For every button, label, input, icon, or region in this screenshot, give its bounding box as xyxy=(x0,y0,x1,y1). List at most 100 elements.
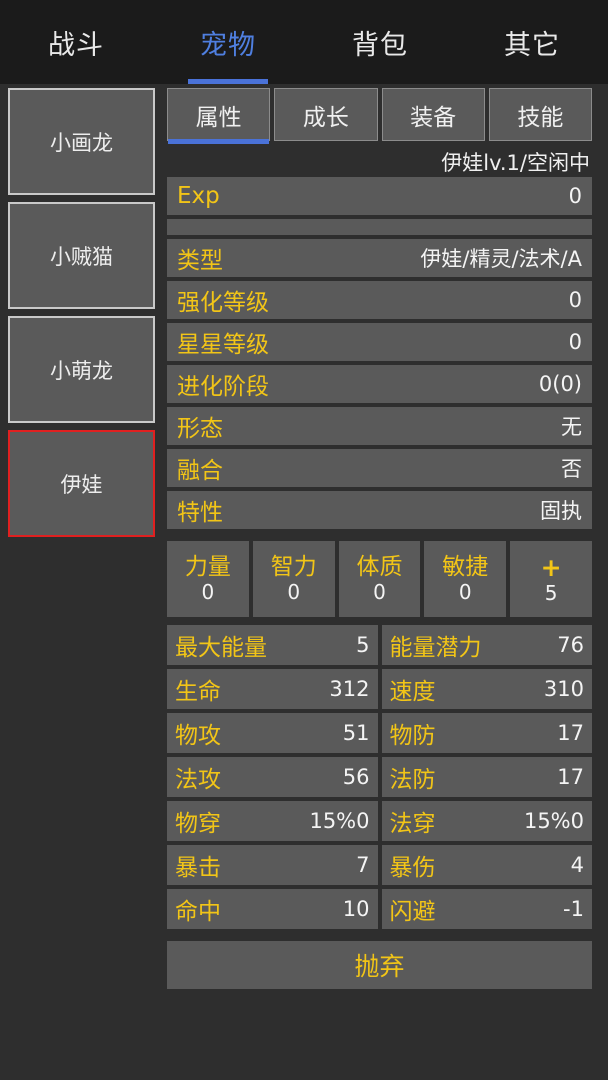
info-row: 融合 否 xyxy=(167,449,592,487)
info-row-value: 否 xyxy=(561,457,582,481)
stat-value: 15%0 xyxy=(309,809,370,833)
stat-label: 法防 xyxy=(389,767,436,793)
pet-status-line: 伊娃lv.1/空闲中 xyxy=(441,151,590,175)
topnav-item-3[interactable]: 其它 xyxy=(456,0,608,84)
stat-label: 物防 xyxy=(389,723,436,749)
stat-value: 76 xyxy=(557,633,584,657)
stat-label: 生命 xyxy=(175,679,221,705)
stat-value: 312 xyxy=(329,677,370,701)
stat-cell: 物攻 51 xyxy=(167,713,378,753)
attribute-stepper-row: 力量 0 智力 0 体质 0 敏捷 0 +5 xyxy=(167,541,592,617)
info-row: 星星等级 0 xyxy=(167,323,592,361)
attribute-value: 0 xyxy=(458,580,472,604)
discard-button[interactable]: 抛弃 xyxy=(167,941,592,989)
pet-screen: 战斗 宠物 背包 其它 小画龙小贼猫小萌龙伊娃 属性 成长 装备 技能 伊娃lv.1/空闲中… xyxy=(0,0,608,1080)
exp-label: Exp xyxy=(177,183,220,209)
info-row-label: 进化阶段 xyxy=(177,374,269,400)
topnav-item-2[interactable]: 背包 xyxy=(304,0,456,84)
stat-cell: 法攻 56 xyxy=(167,757,378,797)
content-body: 小画龙小贼猫小萌龙伊娃 属性 成长 装备 技能 伊娃lv.1/空闲中 Exp 0 类型… xyxy=(0,84,608,1080)
subtab-2[interactable]: 装备 xyxy=(381,88,485,141)
subtab-0[interactable]: 属性 xyxy=(167,88,271,144)
info-row-label: 星星等级 xyxy=(177,332,269,358)
attribute-cell-2[interactable]: 体质 0 xyxy=(338,541,421,617)
attribute-label: 体质 xyxy=(356,554,403,580)
stat-value: 15%0 xyxy=(523,809,584,833)
stat-value: 7 xyxy=(356,853,370,877)
pet-card-label: 伊娃 xyxy=(60,472,103,497)
attribute-cell-1[interactable]: 智力 0 xyxy=(252,541,335,617)
stat-cell: 法穿 15%0 xyxy=(381,801,592,841)
pet-card-label: 小萌龙 xyxy=(50,358,113,383)
top-navigation-bar: 战斗 宠物 背包 其它 xyxy=(0,0,608,84)
stat-label: 命中 xyxy=(175,899,221,925)
stat-label: 最大能量 xyxy=(175,635,267,661)
stat-label: 物穿 xyxy=(175,811,221,837)
stat-label: 暴击 xyxy=(175,855,221,881)
stat-value: 17 xyxy=(557,721,584,745)
attribute-cell-0[interactable]: 力量 0 xyxy=(167,541,249,617)
stat-label: 物攻 xyxy=(175,723,221,749)
stat-value: 10 xyxy=(342,897,370,921)
stat-value: -1 xyxy=(563,897,584,921)
subtab-1[interactable]: 成长 xyxy=(274,88,378,141)
info-row-value: 0(0) xyxy=(538,372,582,396)
info-row: 类型 伊娃/精灵/法术/A xyxy=(167,239,592,277)
attribute-value: 5 xyxy=(544,581,558,605)
stat-value: 17 xyxy=(557,765,584,789)
attribute-label: 智力 xyxy=(270,554,317,580)
info-row-label: 强化等级 xyxy=(177,290,269,316)
stat-cell: 生命 312 xyxy=(167,669,378,709)
info-row-value: 0 xyxy=(568,330,582,354)
topnav-item-0[interactable]: 战斗 xyxy=(0,0,152,84)
stat-label: 速度 xyxy=(389,679,436,705)
stat-cell: 物防 17 xyxy=(381,713,592,753)
attribute-label: 力量 xyxy=(184,554,231,580)
info-row-label: 类型 xyxy=(177,248,223,274)
stat-value: 4 xyxy=(570,853,584,877)
topnav-item-1[interactable]: 宠物 xyxy=(152,0,304,84)
detail-subtab-bar: 属性 成长 装备 技能 xyxy=(167,88,592,144)
attribute-cell-3[interactable]: 敏捷 0 xyxy=(424,541,507,617)
attribute-value: 0 xyxy=(287,580,301,604)
info-row-value: 伊娃/精灵/法术/A xyxy=(420,247,582,271)
info-row-value: 固执 xyxy=(540,499,582,523)
info-row-label: 融合 xyxy=(177,458,223,484)
pet-card-label: 小画龙 xyxy=(50,130,113,155)
exp-row: Exp 0 xyxy=(167,177,592,215)
stat-cell: 暴击 7 xyxy=(167,845,378,885)
info-row: 特性 固执 xyxy=(167,491,592,529)
stat-cell: 法防 17 xyxy=(381,757,592,797)
attribute-value: 0 xyxy=(373,580,386,604)
info-row: 进化阶段 0(0) xyxy=(167,365,592,403)
exp-value: 0 xyxy=(568,184,582,208)
stat-value: 51 xyxy=(342,721,370,745)
pet-card-0[interactable]: 小画龙 xyxy=(8,88,155,195)
stat-cell: 闪避 -1 xyxy=(381,889,592,929)
stat-label: 闪避 xyxy=(389,899,436,925)
stat-cell: 最大能量 5 xyxy=(167,625,378,665)
stat-label: 暴伤 xyxy=(389,855,436,881)
subtab-3[interactable]: 技能 xyxy=(488,88,592,141)
pet-card-1[interactable]: 小贼猫 xyxy=(8,202,155,309)
attribute-add-button[interactable]: +5 xyxy=(510,541,592,617)
info-row: 强化等级 0 xyxy=(167,281,592,319)
info-row-label: 形态 xyxy=(177,416,223,442)
exp-progress-bar xyxy=(167,219,592,235)
stat-cell: 暴伤 4 xyxy=(381,845,592,885)
pet-list-sidebar[interactable]: 小画龙小贼猫小萌龙伊娃 xyxy=(0,84,163,1080)
info-row-label: 特性 xyxy=(177,500,223,526)
attribute-label: 敏捷 xyxy=(442,554,489,580)
stat-cell: 物穿 15%0 xyxy=(167,801,378,841)
pet-card-3[interactable]: 伊娃 xyxy=(8,430,155,537)
stat-label: 能量潜力 xyxy=(389,635,482,661)
pet-card-2[interactable]: 小萌龙 xyxy=(8,316,155,423)
stat-label: 法攻 xyxy=(175,767,221,793)
stat-grid: 最大能量 5 能量潜力 76 生命 312 速度 310 物攻 51 物防 17 法攻 56 法防 17 物穿 1… xyxy=(167,625,592,929)
info-row-value: 无 xyxy=(561,415,582,439)
stat-cell: 能量潜力 76 xyxy=(381,625,592,665)
pet-card-label: 小贼猫 xyxy=(50,244,113,269)
attribute-value: 0 xyxy=(201,580,215,604)
pet-detail-panel: 属性 成长 装备 技能 伊娃lv.1/空闲中 Exp 0 类型 伊娃/精灵/法术/A 强化… xyxy=(163,84,608,1080)
